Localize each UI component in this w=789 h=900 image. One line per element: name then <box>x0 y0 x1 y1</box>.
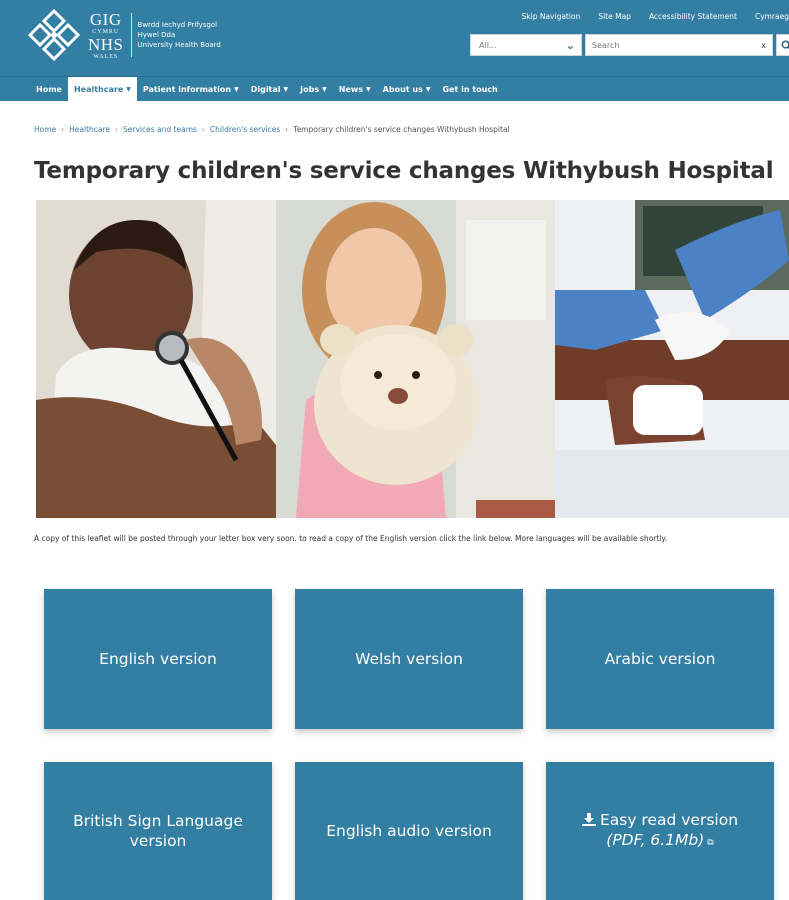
nav-item-about-us[interactable]: About us ▼ <box>377 77 437 101</box>
breadcrumb: Home › Healthcare › Services and teams › Child… <box>34 125 510 134</box>
search-scope-value: All... <box>479 40 497 50</box>
hero-image-banner <box>36 200 789 518</box>
nav-item-get-in-touch[interactable]: Get in touch <box>436 77 503 101</box>
welsh-version-tile[interactable]: Welsh version <box>295 589 523 729</box>
external-link-icon: ⧉ <box>707 837 714 848</box>
logo-gig: GIG <box>89 9 122 29</box>
intro-text: A copy of this leaflet will be posted th… <box>34 534 668 543</box>
tile-label: Arabic version <box>604 650 716 668</box>
tile-line-2: (PDF, 6.1Mb) ⧉ <box>582 830 738 853</box>
site-logo[interactable]: GIG CYMRU NHS WALES Bwrdd Iechyd Prifysg… <box>26 7 221 63</box>
logo-nhs: NHS <box>88 34 124 54</box>
org-name-welsh: Bwrdd Iechyd Prifysgol <box>137 21 218 29</box>
breadcrumb-home[interactable]: Home <box>34 125 56 134</box>
site-map-link[interactable]: Site Map <box>598 12 631 21</box>
english-version-tile[interactable]: English version <box>44 589 272 729</box>
logo-wordmark: GIG CYMRU NHS WALES <box>88 11 124 60</box>
hero-photo-girl-teddy-bear <box>276 200 555 518</box>
nav-item-digital[interactable]: Digital ▼ <box>245 77 294 101</box>
organisation-name: Bwrdd Iechyd Prifysgol Hywel Dda Univers… <box>138 20 221 50</box>
tile-label: English audio version <box>326 822 492 840</box>
logo-wales: WALES <box>93 53 119 60</box>
nav-item-label: Digital <box>250 84 281 94</box>
breadcrumb-services-and-teams[interactable]: Services and teams <box>123 125 197 134</box>
breadcrumb-separator: › <box>201 125 205 134</box>
nav-item-label: Home <box>36 84 62 94</box>
nav-item-jobs[interactable]: Jobs ▼ <box>294 77 333 101</box>
nav-item-label: Healthcare <box>73 84 124 94</box>
org-name-english: University Health Board <box>137 41 221 49</box>
nav-item-label: Jobs <box>300 84 320 94</box>
search-bar: All... ⌄ Search x <box>470 34 789 56</box>
nav-item-patient-information[interactable]: Patient information ▼ <box>137 77 245 101</box>
caret-down-icon: ▼ <box>425 85 431 93</box>
search-button[interactable] <box>776 34 789 56</box>
logo-divider <box>130 13 132 57</box>
british-sign-language-version-tile[interactable]: British Sign Language version <box>44 762 272 900</box>
nav-item-label: Get in touch <box>442 84 498 94</box>
cymraeg-link[interactable]: Cymraeg <box>755 12 789 21</box>
page-title: Temporary children's service changes Wit… <box>34 158 774 184</box>
arabic-version-tile[interactable]: Arabic version <box>546 589 774 729</box>
tile-content: Easy read version (PDF, 6.1Mb) ⧉ <box>581 810 739 853</box>
caret-down-icon: ▼ <box>366 85 371 93</box>
skip-navigation-link[interactable]: Skip Navigation <box>522 12 581 21</box>
breadcrumb-current-page: Temporary children's service changes Wit… <box>293 125 510 134</box>
tile-label: British Sign Language version <box>73 812 243 850</box>
tile-label: Easy read version <box>599 810 739 829</box>
breadcrumb-separator: › <box>61 125 65 134</box>
tile-label: Welsh version <box>355 650 463 668</box>
search-placeholder: Search <box>592 40 620 50</box>
utility-links: Skip Navigation Site Map Accessibility S… <box>522 12 789 21</box>
nav-item-label: Patient information <box>142 84 232 94</box>
girl-teddy-illustration <box>276 200 555 518</box>
search-input[interactable]: Search x <box>585 34 773 56</box>
download-icon <box>581 812 596 826</box>
search-scope-select[interactable]: All... ⌄ <box>470 34 582 56</box>
english-audio-version-tile[interactable]: English audio version <box>295 762 523 900</box>
breadcrumb-healthcare[interactable]: Healthcare <box>69 125 110 134</box>
file-format-info: (PDF, 6.1Mb) <box>606 830 705 849</box>
hero-photo-baby-stethoscope <box>36 200 276 518</box>
easy-read-version-tile[interactable]: Easy read version (PDF, 6.1Mb) ⧉ <box>546 762 774 900</box>
bandage-illustration <box>555 200 789 518</box>
org-name-hywel-dda: Hywel Dda <box>137 31 176 39</box>
logo-cymru: CYMRU <box>92 28 120 35</box>
tile-label: English version <box>99 650 217 668</box>
tile-line-1: Easy read version <box>581 810 739 830</box>
baby-stethoscope-illustration <box>36 200 276 518</box>
nav-item-label: About us <box>382 84 423 94</box>
nav-item-label: News <box>338 84 364 94</box>
hero-photo-bandaged-foot <box>555 200 789 518</box>
nav-item-healthcare[interactable]: Healthcare ▼ <box>67 77 137 101</box>
clear-search-icon[interactable]: x <box>761 41 766 50</box>
nhs-wales-emblem-icon <box>27 8 81 62</box>
chevron-down-icon: ⌄ <box>565 38 575 52</box>
caret-down-icon: ▼ <box>126 85 131 93</box>
caret-down-icon: ▼ <box>322 85 327 93</box>
search-icon <box>781 40 789 50</box>
caret-down-icon: ▼ <box>234 85 239 93</box>
caret-down-icon: ▼ <box>283 85 289 93</box>
site-header: GIG CYMRU NHS WALES Bwrdd Iechyd Prifysg… <box>0 0 789 83</box>
breadcrumb-separator: › <box>115 125 119 134</box>
nav-item-news[interactable]: News ▼ <box>333 77 377 101</box>
breadcrumb-childrens-services[interactable]: Children's services <box>210 125 280 134</box>
nav-item-home[interactable]: Home <box>30 77 68 101</box>
breadcrumb-separator: › <box>285 125 289 134</box>
main-navigation: Home Healthcare ▼ Patient information ▼ Di… <box>0 76 789 101</box>
accessibility-statement-link[interactable]: Accessibility Statement <box>649 12 737 21</box>
